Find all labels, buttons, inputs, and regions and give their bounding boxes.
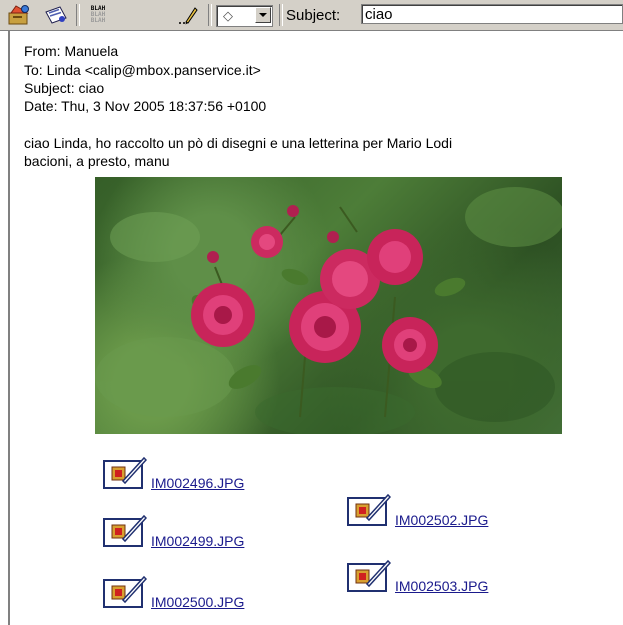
card-icon[interactable] <box>40 3 72 27</box>
image-file-icon[interactable] <box>347 492 392 526</box>
attachment-item[interactable]: IM002500.JPG <box>103 574 244 610</box>
priority-dropdown[interactable]: ◇ <box>216 5 273 27</box>
toolbar-separator <box>279 4 283 26</box>
diamond-icon: ◇ <box>223 8 233 23</box>
toolbar-separator <box>76 4 80 26</box>
attachment-item[interactable]: IM002502.JPG <box>347 492 488 528</box>
attachment-link[interactable]: IM002502.JPG <box>395 512 488 528</box>
header-date: Date: Thu, 3 Nov 2005 18:37:56 +0100 <box>24 98 267 114</box>
attachment-item[interactable]: IM002499.JPG <box>103 513 244 549</box>
address-book-icon[interactable] <box>4 3 36 27</box>
header-to: To: Linda <calip@mbox.panservice.it> <box>24 62 261 78</box>
body-line-2: bacioni, a presto, manu <box>24 153 170 169</box>
image-file-icon[interactable] <box>103 513 148 547</box>
image-file-icon[interactable] <box>103 455 148 489</box>
subject-label: Subject: <box>286 7 341 24</box>
subject-input[interactable] <box>361 4 623 24</box>
toolbar-separator <box>208 4 212 26</box>
image-file-icon[interactable] <box>103 574 148 608</box>
header-subject: Subject: ciao <box>24 80 105 96</box>
body-line-1: ciao Linda, ho raccolto un pò di disegni… <box>24 135 453 151</box>
compose-toolbar: BLAH BLAH BLAH ◇ Subject: <box>0 0 623 31</box>
blah-blah-icon[interactable]: BLAH BLAH BLAH <box>82 3 114 27</box>
attachment-link[interactable]: IM002503.JPG <box>395 578 488 594</box>
chevron-down-icon[interactable] <box>255 7 271 23</box>
attachment-item[interactable]: IM002496.JPG <box>103 455 244 491</box>
attachment-link[interactable]: IM002499.JPG <box>151 533 244 549</box>
attachment-link[interactable]: IM002500.JPG <box>151 594 244 610</box>
blah-line-3: BLAH <box>90 17 106 24</box>
attachment-item[interactable]: IM002503.JPG <box>347 558 488 594</box>
rose-blooms <box>191 205 438 373</box>
header-from: From: Manuela <box>24 43 119 59</box>
attachment-link[interactable]: IM002496.JPG <box>151 475 244 491</box>
image-file-icon[interactable] <box>347 558 392 592</box>
pencil-icon[interactable] <box>172 3 204 27</box>
roses-photo <box>95 177 562 434</box>
